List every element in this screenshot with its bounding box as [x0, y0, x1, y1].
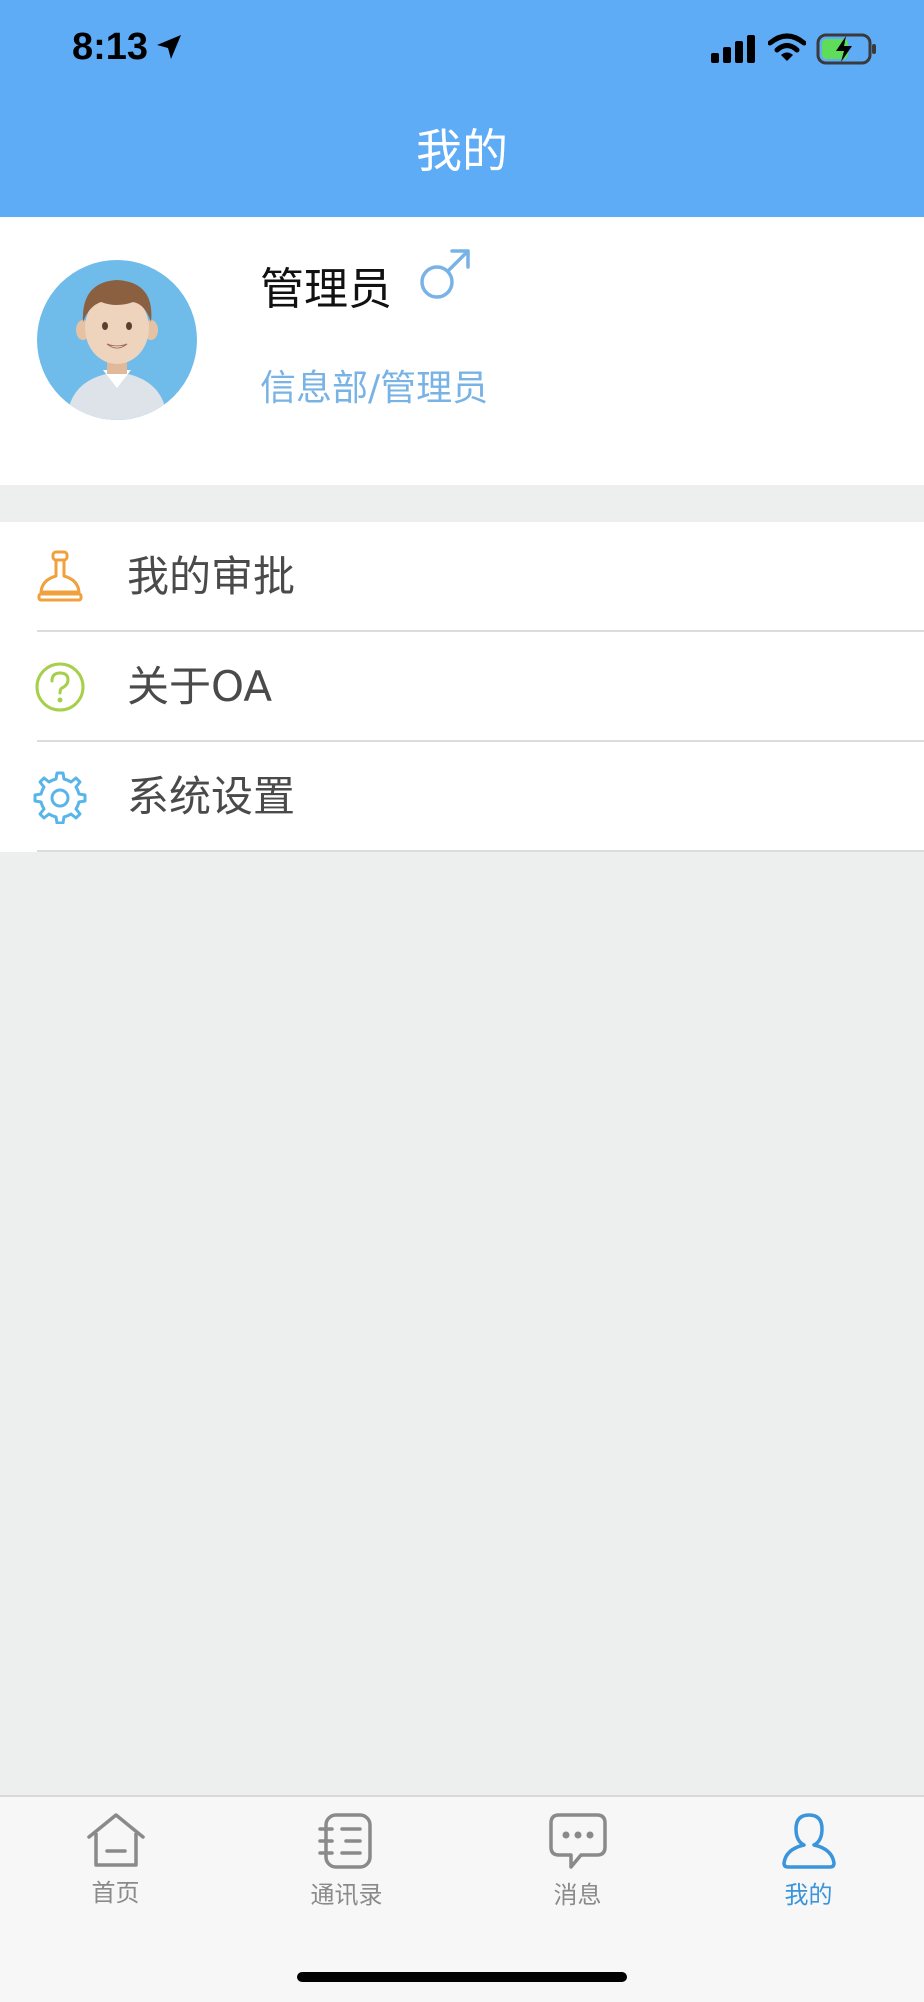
tab-bar: 首页 通讯录 消息 我的	[0, 1795, 924, 2002]
menu-item-system-settings[interactable]: 系统设置	[0, 742, 924, 852]
signal-icon	[711, 35, 755, 63]
tab-label: 消息	[553, 1881, 602, 1909]
tab-home[interactable]: 首页	[0, 1811, 231, 1931]
home-icon	[86, 1813, 145, 1867]
top-bar: 8:13 我的	[0, 0, 924, 217]
stamp-icon	[37, 550, 83, 602]
menu-item-label: 关于OA	[127, 662, 273, 711]
tab-me[interactable]: 我的	[693, 1811, 924, 1931]
settings-menu: 我的审批 关于OA 系统设置	[0, 522, 924, 852]
tab-messages[interactable]: 消息	[462, 1811, 693, 1931]
tab-contacts[interactable]: 通讯录	[231, 1811, 462, 1931]
page-title: 我的	[416, 124, 508, 178]
user-department: 信息部/管理员	[260, 368, 489, 409]
profile-card[interactable]: 管理员 信息部/管理员	[0, 217, 924, 485]
message-icon	[548, 1813, 607, 1869]
menu-item-about-oa[interactable]: 关于OA	[0, 632, 924, 742]
person-icon	[781, 1813, 836, 1869]
menu-item-label: 系统设置	[127, 772, 296, 821]
male-icon	[420, 249, 470, 299]
tab-label: 通讯录	[310, 1881, 383, 1909]
status-time: 8:13	[72, 26, 149, 68]
home-indicator[interactable]	[297, 1972, 627, 1982]
menu-item-my-approvals[interactable]: 我的审批	[0, 522, 924, 632]
tab-label: 首页	[91, 1879, 140, 1907]
tab-label: 我的	[784, 1881, 833, 1909]
contacts-icon	[317, 1813, 372, 1869]
wifi-icon	[768, 33, 806, 61]
user-name: 管理员	[260, 264, 392, 315]
gear-icon	[33, 771, 87, 824]
battery-charging-icon	[816, 33, 876, 65]
avatar	[37, 260, 197, 420]
menu-item-label: 我的审批	[127, 552, 296, 601]
divider	[37, 850, 924, 852]
question-circle-icon	[35, 662, 85, 712]
location-arrow-icon	[157, 35, 181, 59]
